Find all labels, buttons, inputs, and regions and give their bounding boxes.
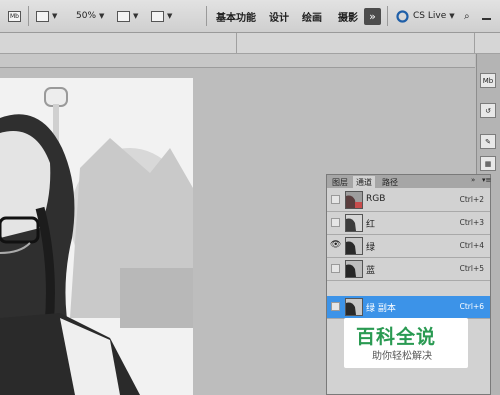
zoom-level-value: 50% — [76, 11, 97, 21]
channel-thumbnail — [345, 260, 363, 278]
brush-icon: ✎ — [485, 137, 491, 146]
workspace-essentials[interactable]: 基本功能 — [216, 9, 256, 24]
channel-row-red[interactable]: 红 Ctrl+3 — [327, 212, 490, 235]
cs-live-icon — [396, 9, 409, 23]
workspace-design[interactable]: 设计 — [269, 9, 289, 24]
channel-row-green-copy[interactable]: 绿 副本 Ctrl+6 — [327, 296, 490, 319]
chevron-down-icon: ▼ — [449, 12, 455, 20]
channel-name: 绿 — [366, 243, 376, 253]
channel-thumbnail — [345, 191, 363, 209]
toolbar-divider — [28, 6, 29, 26]
workspace-painting[interactable]: 绘画 — [302, 9, 322, 24]
channel-row-green[interactable]: 👁 绿 Ctrl+4 — [327, 235, 490, 258]
options-bar — [0, 33, 500, 54]
channel-shortcut: Ctrl+5 — [459, 264, 484, 273]
channel-shortcut: Ctrl+4 — [459, 241, 484, 250]
zoom-level-select[interactable]: 50% ▼ — [76, 8, 104, 24]
view-extras-button[interactable]: ▼ — [36, 8, 57, 24]
channel-name: 绿 副本 — [366, 304, 396, 314]
channel-name: 红 — [366, 220, 376, 230]
mini-bridge-icon: Mb — [8, 10, 21, 22]
channel-row-rgb[interactable]: RGB Ctrl+2 — [327, 189, 490, 212]
photo-image — [0, 78, 193, 395]
cs-live-label: CS Live — [413, 11, 447, 21]
workspace-photography[interactable]: 摄影 — [338, 9, 358, 24]
view-extras-icon — [36, 10, 49, 22]
tab-channels[interactable]: 通道 — [353, 176, 375, 188]
channel-shortcut: Ctrl+3 — [459, 218, 484, 227]
channel-name: 蓝 — [366, 266, 376, 276]
document-photo[interactable] — [0, 78, 193, 395]
toolbar-divider — [387, 6, 388, 26]
options-divider — [474, 33, 475, 53]
channel-shortcut: Ctrl+2 — [459, 195, 484, 204]
arrange-documents-icon — [117, 10, 130, 22]
channel-row-blue[interactable]: 蓝 Ctrl+5 — [327, 258, 490, 281]
brush-panel-button[interactable]: ✎ — [480, 134, 496, 149]
grid-icon: ▦ — [484, 159, 492, 168]
minimize-button[interactable] — [482, 8, 491, 24]
visibility-toggle[interactable] — [331, 264, 340, 273]
document-tab-strip — [0, 54, 475, 68]
eye-icon[interactable]: 👁 — [330, 240, 341, 250]
search-icon: ⌕ — [464, 10, 470, 22]
minimize-icon — [482, 18, 491, 20]
history-icon: ↺ — [485, 106, 491, 115]
cs-live-button[interactable]: CS Live ▼ — [396, 8, 455, 24]
visibility-toggle[interactable] — [331, 218, 340, 227]
visibility-toggle[interactable] — [331, 302, 340, 311]
channel-thumbnail — [345, 214, 363, 232]
screen-mode-icon — [151, 10, 164, 22]
history-panel-button[interactable]: ↺ — [480, 103, 496, 118]
arrange-documents-button[interactable]: ▼ — [117, 8, 138, 24]
mini-bridge-button[interactable]: Mb — [8, 8, 21, 24]
watermark-title: 百科全说 — [356, 326, 437, 348]
options-divider — [236, 33, 237, 53]
chevron-down-icon: ▼ — [167, 12, 173, 20]
channel-name: RGB — [366, 194, 386, 204]
channel-shortcut: Ctrl+6 — [459, 302, 484, 311]
channel-thumbnail — [345, 298, 363, 316]
channel-thumbnail — [345, 237, 363, 255]
tab-paths[interactable]: 路径 — [379, 176, 401, 188]
screen-mode-button[interactable]: ▼ — [151, 8, 172, 24]
more-workspaces-button[interactable]: » — [364, 8, 381, 25]
double-chevron-right-icon: » — [369, 10, 376, 23]
watermark-subtitle: 助你轻松解决 — [372, 351, 432, 362]
chevron-down-icon: ▼ — [99, 12, 105, 20]
swatches-panel-button[interactable]: ▦ — [480, 156, 496, 171]
mini-bridge-panel-button[interactable]: Mb — [480, 73, 496, 88]
mini-bridge-icon: Mb — [482, 76, 494, 85]
panel-menu-icon[interactable]: ▾≡ — [482, 176, 491, 184]
chevron-down-icon: ▼ — [52, 12, 58, 20]
visibility-toggle[interactable] — [331, 195, 340, 204]
panel-tab-bar — [327, 175, 490, 188]
tab-layers[interactable]: 图层 — [329, 176, 351, 188]
search-help-button[interactable]: ⌕ — [464, 8, 470, 24]
collapse-panel-icon[interactable]: » — [471, 176, 475, 184]
chevron-down-icon: ▼ — [133, 12, 139, 20]
toolbar-divider — [206, 6, 207, 26]
